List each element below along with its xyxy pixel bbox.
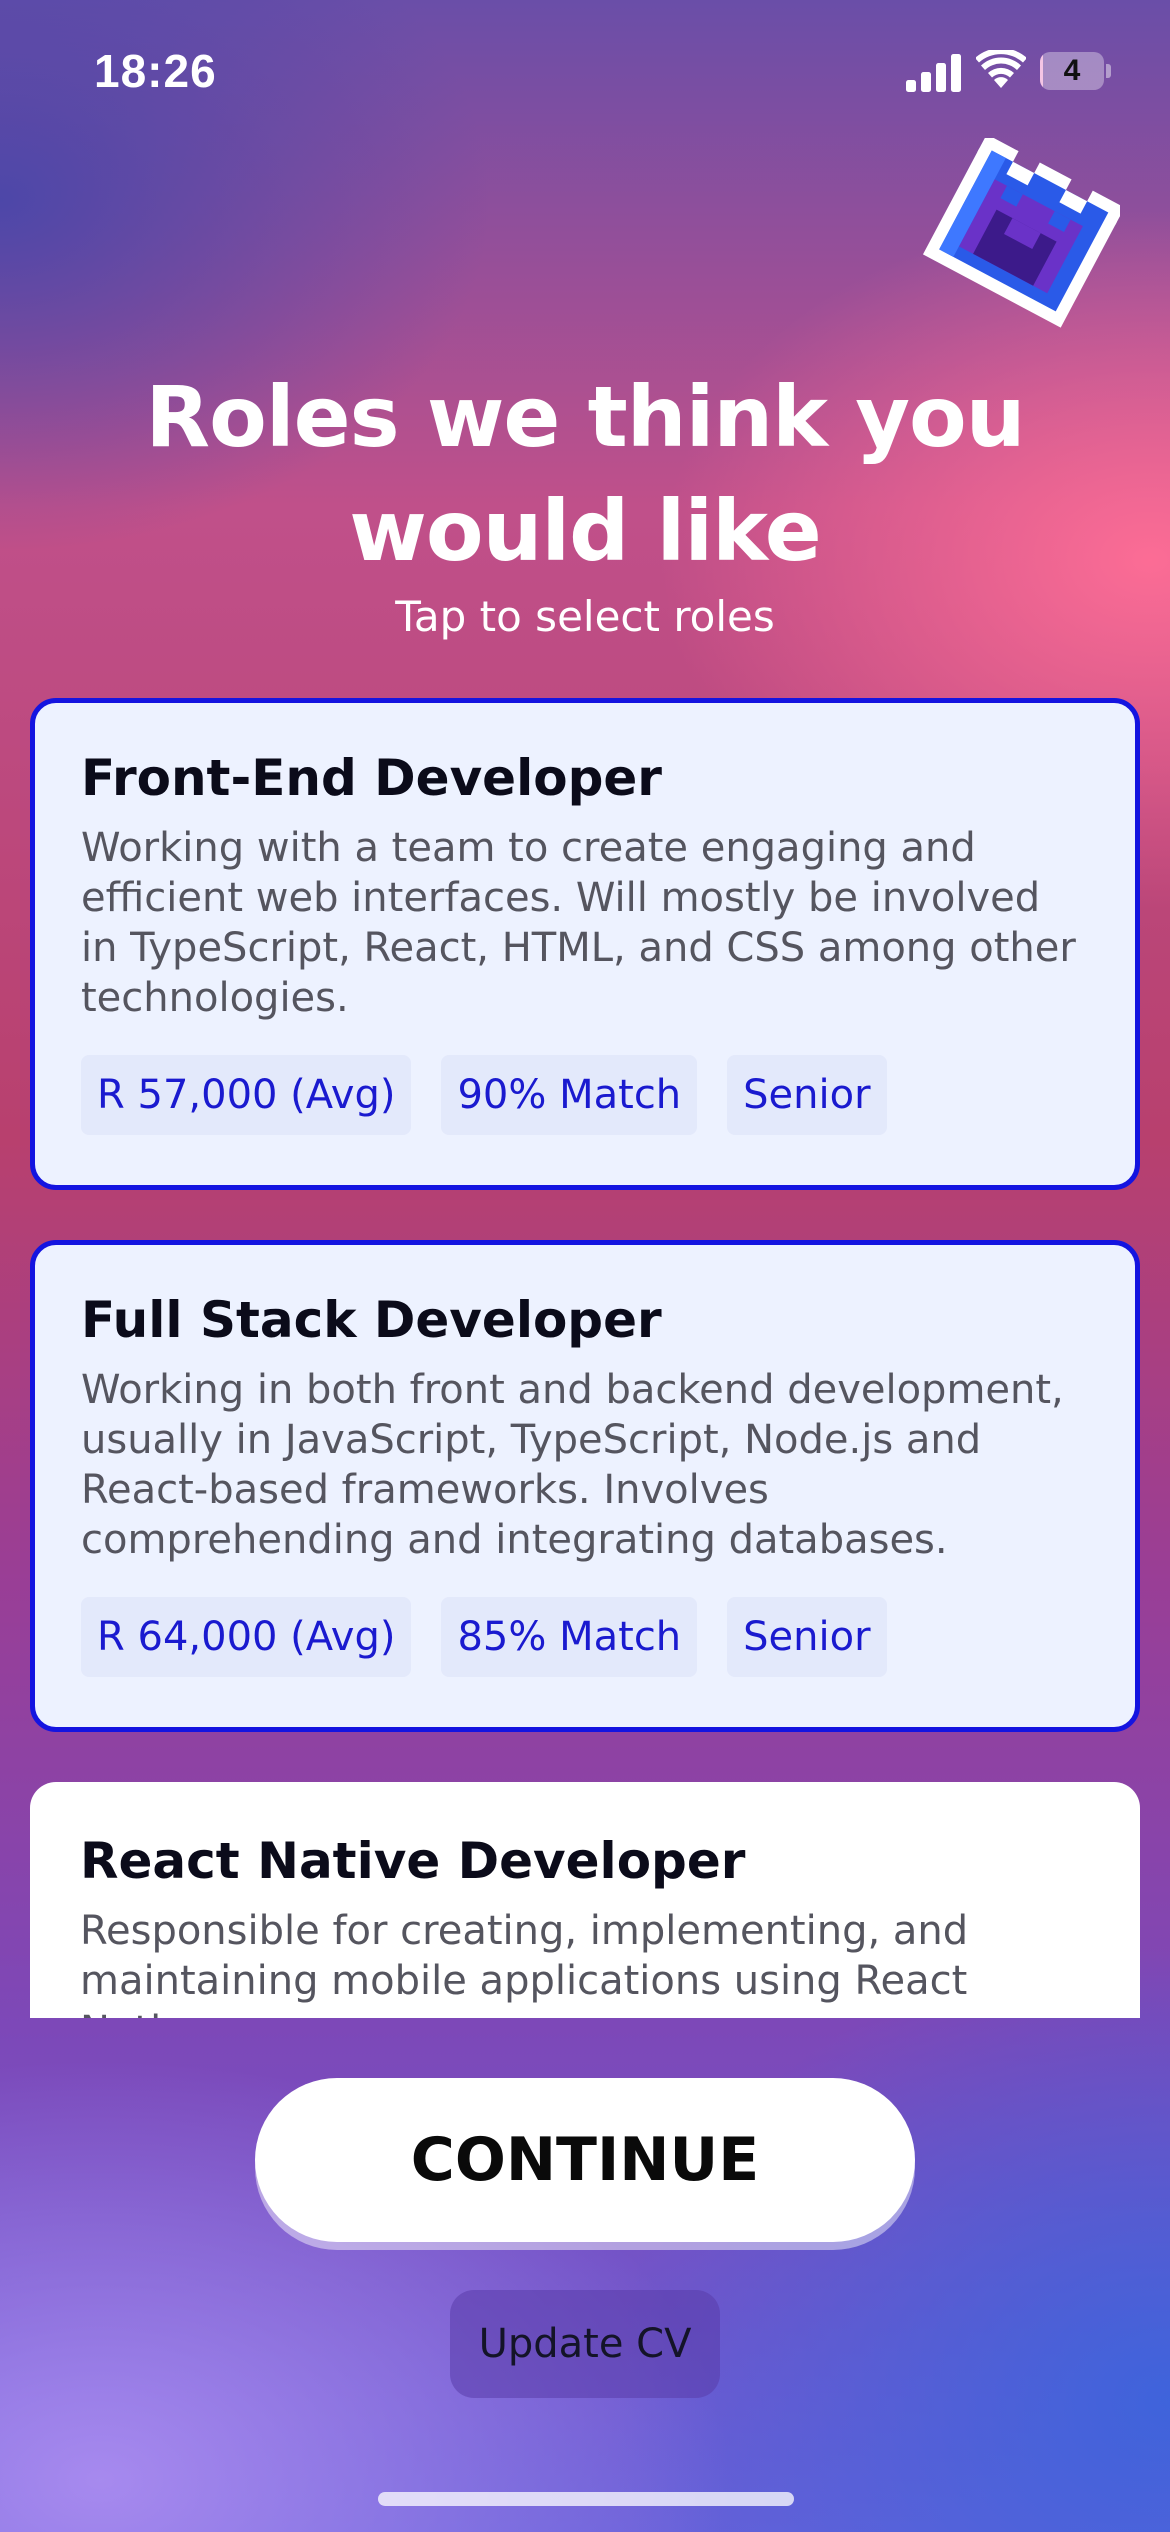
wifi-icon [976,50,1026,88]
role-card-full-stack-developer[interactable]: Full Stack Developer Working in both fro… [30,1240,1140,1732]
battery-nub [1106,64,1111,78]
pixel-castle-logo [922,138,1120,328]
role-title: Front-End Developer [81,749,662,807]
battery-level: 4 [1063,54,1081,87]
role-title: React Native Developer [80,1832,746,1890]
home-indicator[interactable] [378,2492,794,2506]
match-tag: 90% Match [441,1055,698,1135]
role-card-react-native-developer[interactable]: React Native Developer Responsible for c… [30,1782,1140,2018]
role-list[interactable]: Front-End Developer Working with a team … [30,698,1140,2018]
page-subtitle: Tap to select roles [395,592,775,641]
level-tag: Senior [727,1597,887,1677]
battery-body: 4 [1040,52,1104,90]
continue-button[interactable]: CONTINUE [255,2078,915,2242]
salary-tag: R 57,000 (Avg) [81,1055,412,1135]
role-description: Working in both front and backend develo… [81,1367,1064,1563]
tag-row: R 57,000 (Avg) 90% Match Senior [81,1055,1089,1135]
cellular-signal-icon [906,54,961,92]
match-tag: 85% Match [441,1597,698,1677]
update-cv-button[interactable]: Update CV [450,2290,720,2398]
status-time: 18:26 [94,45,217,97]
salary-tag: R 64,000 (Avg) [81,1597,412,1677]
role-card-front-end-developer[interactable]: Front-End Developer Working with a team … [30,698,1140,1190]
role-title: Full Stack Developer [81,1291,662,1349]
level-tag: Senior [727,1055,887,1135]
tag-row: R 64,000 (Avg) 85% Match Senior [81,1597,1089,1677]
role-description: Responsible for creating, implementing, … [80,1908,969,2018]
role-description: Working with a team to create engaging a… [81,825,1076,1021]
status-bar: 18:26 4 [0,0,1170,150]
battery-icon: 4 [1040,52,1111,90]
page-title: Roles we think you would like [145,368,1025,580]
